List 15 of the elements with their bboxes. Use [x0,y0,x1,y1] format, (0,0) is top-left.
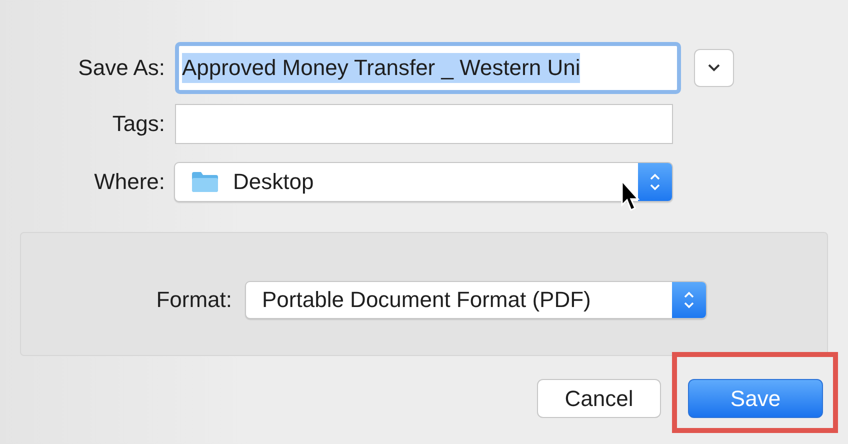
cancel-button[interactable]: Cancel [537,379,661,418]
folder-icon [191,171,219,193]
save-as-label: Save As: [77,55,165,81]
cursor-icon [620,180,640,212]
tags-label: Tags: [111,111,165,137]
format-label: Format: [155,287,232,313]
format-popup[interactable]: Portable Document Format (PDF) [245,281,707,319]
chevron-down-icon [707,63,721,73]
up-down-chevron-icon [683,289,695,311]
save-as-field[interactable]: Approved Money Transfer _ Western Uni [175,42,681,94]
where-popup[interactable]: Desktop [174,162,673,202]
tags-field[interactable] [175,104,673,144]
up-down-chevron-icon [649,171,661,193]
expand-button[interactable] [694,49,734,87]
where-label: Where: [93,169,165,195]
